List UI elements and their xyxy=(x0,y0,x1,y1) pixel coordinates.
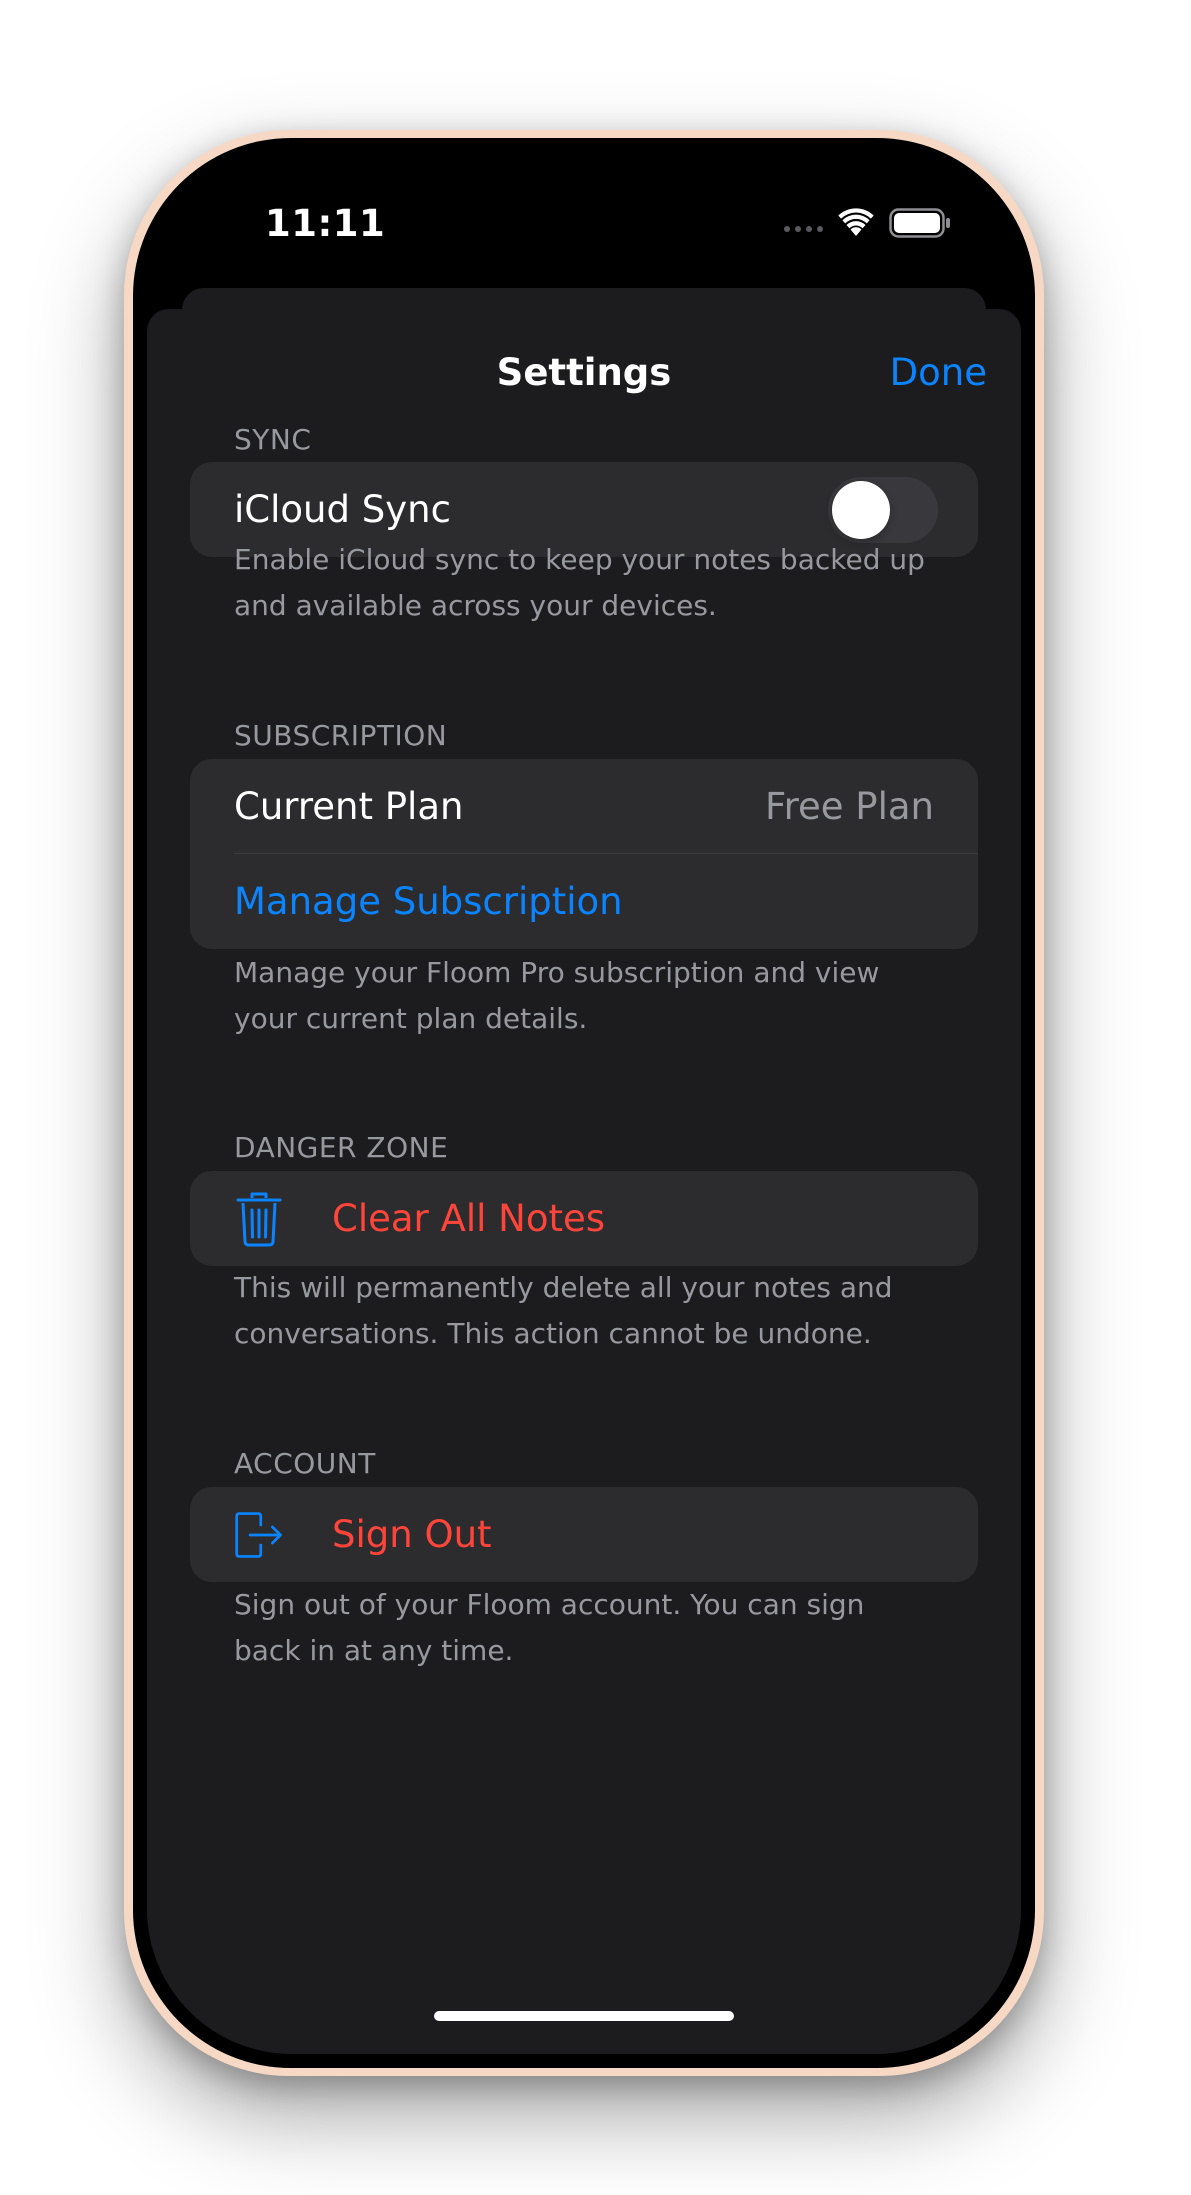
sign-out-row[interactable]: Sign Out xyxy=(190,1487,978,1582)
cellular-signal-icon xyxy=(784,226,823,232)
status-time: 11:11 xyxy=(265,202,386,245)
section-header-subscription: SUBSCRIPTION xyxy=(234,719,448,752)
home-indicator xyxy=(434,2011,734,2021)
wifi-icon xyxy=(838,208,874,236)
icloud-sync-toggle[interactable] xyxy=(828,477,938,543)
danger-zone-group: Clear All Notes xyxy=(190,1171,978,1266)
clear-all-notes-button[interactable]: Clear All Notes xyxy=(332,1197,605,1240)
current-plan-label: Current Plan xyxy=(234,785,464,828)
danger-zone-footer: This will permanently delete all your no… xyxy=(234,1271,893,1350)
section-header-sync: SYNC xyxy=(234,423,312,456)
subscription-group: Current Plan Free Plan Manage Subscripti… xyxy=(190,759,978,949)
section-header-danger-zone: DANGER ZONE xyxy=(234,1131,449,1164)
current-plan-value: Free Plan xyxy=(765,785,934,828)
account-group: Sign Out xyxy=(190,1487,978,1582)
stage: 11:11 Settings Done SYNC iCloud Sync Ena… xyxy=(0,0,1191,2195)
sign-out-icon xyxy=(234,1507,284,1563)
icloud-sync-label: iCloud Sync xyxy=(234,488,451,531)
manage-subscription-row[interactable]: Manage Subscription xyxy=(190,854,978,949)
status-bar-right xyxy=(784,208,951,238)
sign-out-button[interactable]: Sign Out xyxy=(332,1513,492,1556)
clear-all-notes-row[interactable]: Clear All Notes xyxy=(190,1171,978,1266)
section-header-account: ACCOUNT xyxy=(234,1447,376,1480)
settings-sheet: Settings Done SYNC iCloud Sync Enable iC… xyxy=(147,309,1021,2054)
manage-subscription-button[interactable]: Manage Subscription xyxy=(234,880,623,923)
phone-screen: 11:11 Settings Done SYNC iCloud Sync Ena… xyxy=(147,152,1021,2054)
trash-icon xyxy=(234,1191,284,1247)
current-plan-row: Current Plan Free Plan xyxy=(190,759,978,854)
toggle-knob xyxy=(832,481,890,539)
account-footer: Sign out of your Floom account. You can … xyxy=(234,1588,865,1667)
battery-icon xyxy=(889,208,950,238)
subscription-footer: Manage your Floom Pro subscription and v… xyxy=(234,956,880,1035)
done-button[interactable]: Done xyxy=(890,351,987,394)
sync-footer: Enable iCloud sync to keep your notes ba… xyxy=(234,543,925,622)
